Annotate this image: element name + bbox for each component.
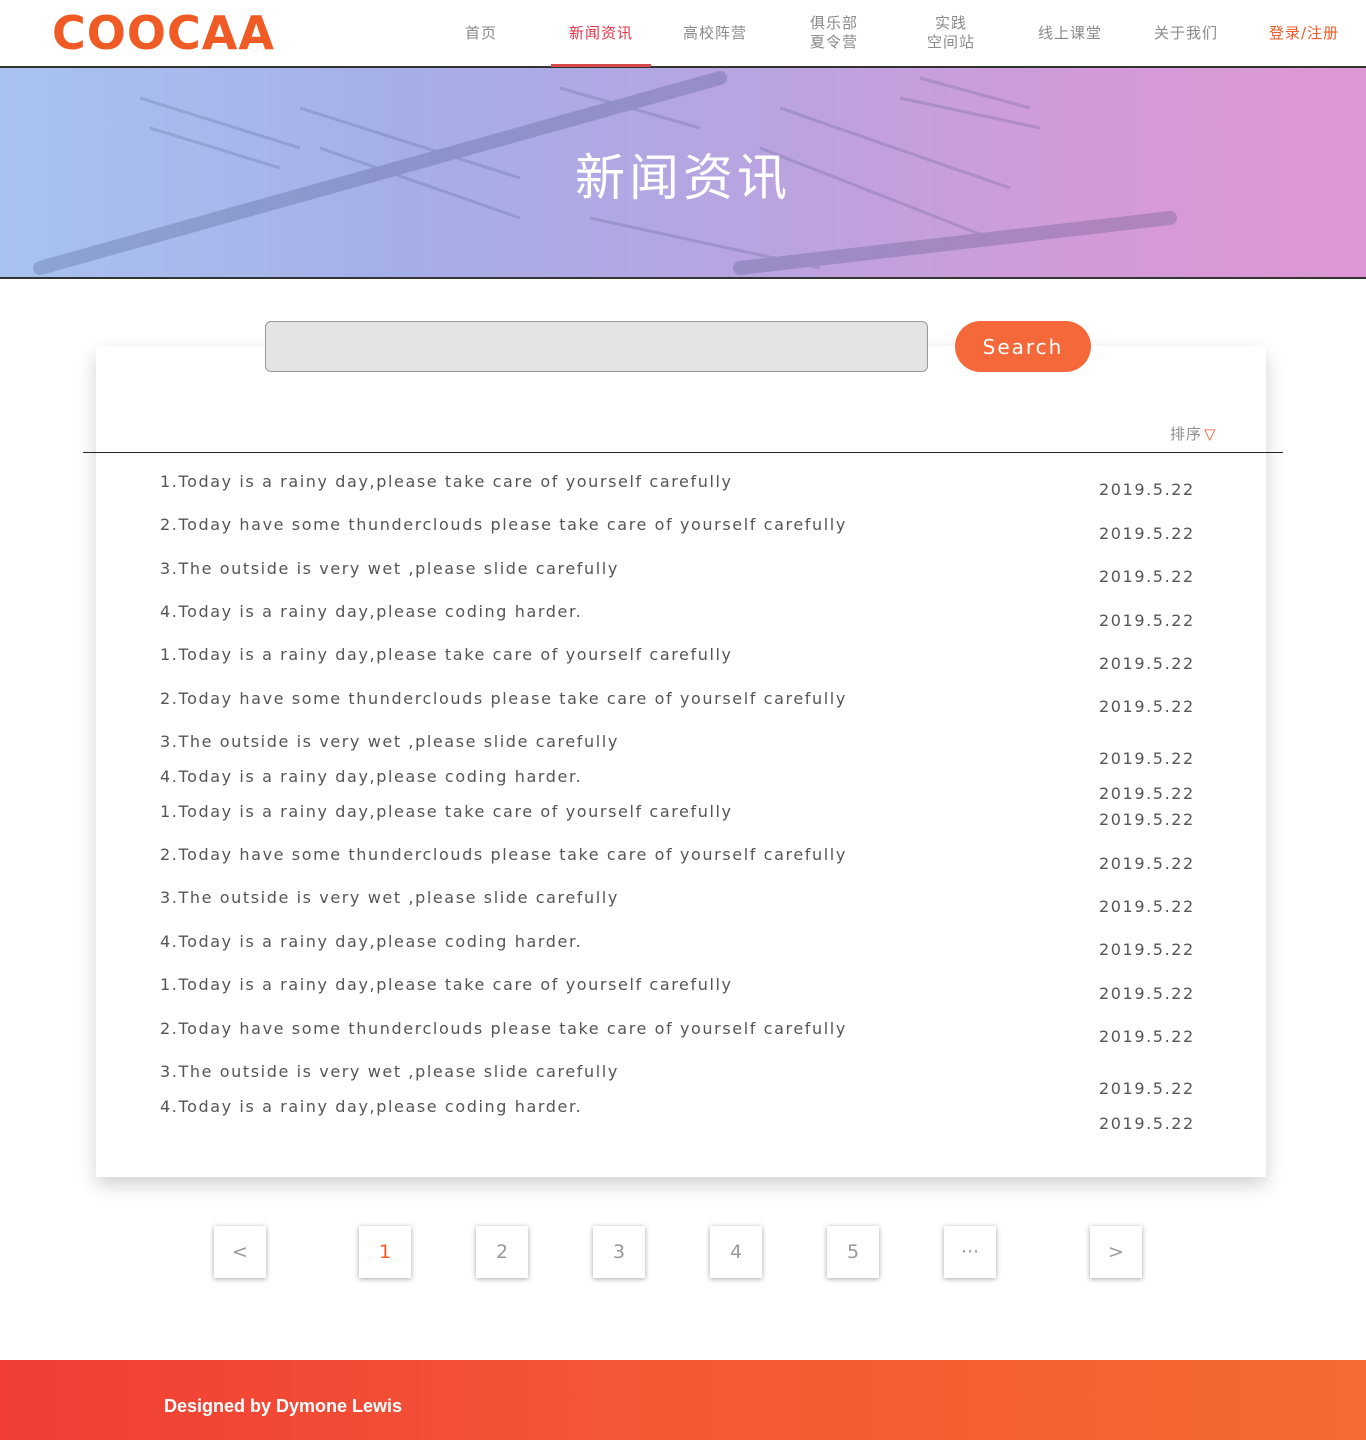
logo[interactable]: COOCAA [52,8,275,58]
news-item-title[interactable]: 2.Today have some thunderclouds please t… [160,689,847,708]
news-item-title[interactable]: 1.Today is a rainy day,please take care … [160,472,733,491]
search-input[interactable] [265,321,928,372]
news-item-title[interactable]: 1.Today is a rainy day,please take care … [160,802,733,821]
news-item-title[interactable]: 2.Today have some thunderclouds please t… [160,845,847,864]
prev-page-button[interactable]: < [214,1226,266,1278]
news-item-title[interactable]: 4.Today is a rainy day,please coding har… [160,602,582,621]
nav-item-practice-station[interactable]: 实践 空间站 [914,0,988,66]
news-item-date: 2019.5.22 [1099,480,1195,499]
news-item-date: 2019.5.22 [1099,854,1195,873]
news-item-title[interactable]: 3.The outside is very wet ,please slide … [160,1062,619,1081]
news-item-date: 2019.5.22 [1099,784,1195,803]
news-item-title[interactable]: 2.Today have some thunderclouds please t… [160,1019,847,1038]
news-item-date: 2019.5.22 [1099,749,1195,768]
page-banner: 新闻资讯 [0,68,1366,279]
news-item-title[interactable]: 1.Today is a rainy day,please take care … [160,645,733,664]
news-list-card [96,346,1266,1177]
list-divider [83,452,1283,453]
page-ellipsis-button[interactable]: ··· [944,1226,996,1278]
news-item-date: 2019.5.22 [1099,1079,1195,1098]
login-register-link[interactable]: 登录/注册 [1256,0,1352,66]
nav-item-about[interactable]: 关于我们 [1142,0,1230,66]
triangle-down-icon: ▽ [1204,425,1217,443]
nav-item-news[interactable]: 新闻资讯 [551,0,651,67]
news-item-date: 2019.5.22 [1099,611,1195,630]
banner-title: 新闻资讯 [575,149,791,207]
site-footer: Designed by Dymone Lewis [0,1360,1366,1440]
news-item-date: 2019.5.22 [1099,810,1195,829]
news-item-date: 2019.5.22 [1099,897,1195,916]
news-item-title[interactable]: 4.Today is a rainy day,please coding har… [160,932,582,951]
news-item-date: 2019.5.22 [1099,524,1195,543]
page-button-3[interactable]: 3 [593,1226,645,1278]
news-item-date: 2019.5.22 [1099,654,1195,673]
news-item-title[interactable]: 1.Today is a rainy day,please take care … [160,975,733,994]
news-item-date: 2019.5.22 [1099,1114,1195,1133]
nav-item-online-class[interactable]: 线上课堂 [1026,0,1114,66]
news-item-date: 2019.5.22 [1099,1027,1195,1046]
news-item-date: 2019.5.22 [1099,984,1195,1003]
news-item-title[interactable]: 3.The outside is very wet ,please slide … [160,732,619,751]
news-item-date: 2019.5.22 [1099,940,1195,959]
sort-label: 排序 [1170,425,1203,443]
news-item-title[interactable]: 3.The outside is very wet ,please slide … [160,888,619,907]
news-item-title[interactable]: 4.Today is a rainy day,please coding har… [160,1097,582,1116]
news-item-title[interactable]: 2.Today have some thunderclouds please t… [160,515,847,534]
page-button-1[interactable]: 1 [359,1226,411,1278]
site-header: COOCAA 首页 新闻资讯 高校阵营 俱乐部 夏令营 实践 空间站 线上课堂 … [0,0,1366,68]
next-page-button[interactable]: > [1090,1226,1142,1278]
nav-item-colleges[interactable]: 高校阵营 [672,0,758,66]
footer-credit: Designed by Dymone Lewis [164,1396,403,1416]
nav-item-club-camp[interactable]: 俱乐部 夏令营 [794,0,874,66]
page-button-2[interactable]: 2 [476,1226,528,1278]
nav-item-home[interactable]: 首页 [440,0,522,66]
sort-toggle[interactable]: 排序 ▽ [1170,423,1217,444]
search-button[interactable]: Search [955,321,1091,372]
news-item-date: 2019.5.22 [1099,697,1195,716]
page-button-4[interactable]: 4 [710,1226,762,1278]
page-button-5[interactable]: 5 [827,1226,879,1278]
news-item-date: 2019.5.22 [1099,567,1195,586]
news-item-title[interactable]: 4.Today is a rainy day,please coding har… [160,767,582,786]
news-item-title[interactable]: 3.The outside is very wet ,please slide … [160,559,619,578]
